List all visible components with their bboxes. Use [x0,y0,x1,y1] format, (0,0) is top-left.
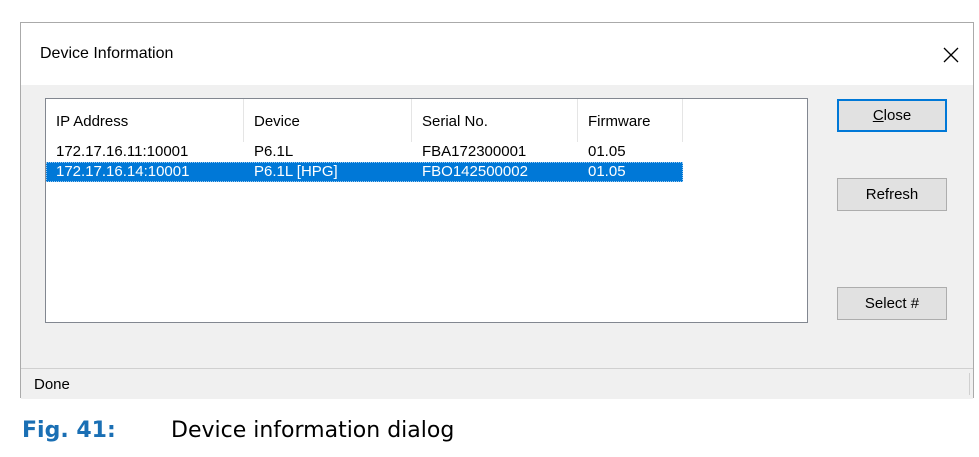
figure-caption-text: Device information dialog [171,418,455,443]
figure-caption: Fig. 41: Device information dialog [22,418,454,443]
cell-ip-address: 172.17.16.11:10001 [56,143,189,160]
select-button-label: Select # [864,295,920,312]
list-item-selected[interactable]: 172.17.16.14:10001 P6.1L [HPG] FBO142500… [46,162,683,182]
column-header-firmware[interactable]: Firmware [578,99,683,142]
column-header-ip-address[interactable]: IP Address [46,99,244,142]
list-item[interactable]: 172.17.16.11:10001 P6.1L FBA172300001 01… [46,142,807,162]
column-header-serial-no[interactable]: Serial No. [412,99,578,142]
close-button-label: lose [883,107,912,124]
status-bar-divider [969,373,970,395]
cell-device: P6.1L [HPG] [254,163,338,180]
figure-number: Fig. 41: [22,418,116,443]
device-information-dialog: Device Information IP Address Device Ser… [20,22,974,399]
status-text: Done [34,376,70,393]
title-bar: Device Information [21,23,973,85]
refresh-button-label: Refresh [865,186,919,203]
cell-ip-address: 172.17.16.14:10001 [56,163,190,180]
refresh-button[interactable]: Refresh [837,178,947,211]
cell-device: P6.1L [254,143,294,160]
cell-serial-no: FBA172300001 [422,143,527,160]
cell-firmware: 01.05 [588,143,626,160]
select-button[interactable]: Select # [837,287,947,320]
close-icon[interactable] [933,37,969,73]
close-button[interactable]: Close [837,99,947,132]
close-button-accelerator: C [872,107,884,124]
list-header: IP Address Device Serial No. Firmware [46,99,807,142]
status-bar: Done [21,368,973,399]
cell-firmware: 01.05 [588,163,626,180]
cell-serial-no: FBO142500002 [422,163,528,180]
device-list[interactable]: IP Address Device Serial No. Firmware 17… [45,98,808,323]
column-header-device[interactable]: Device [244,99,412,142]
dialog-title: Device Information [40,45,174,62]
